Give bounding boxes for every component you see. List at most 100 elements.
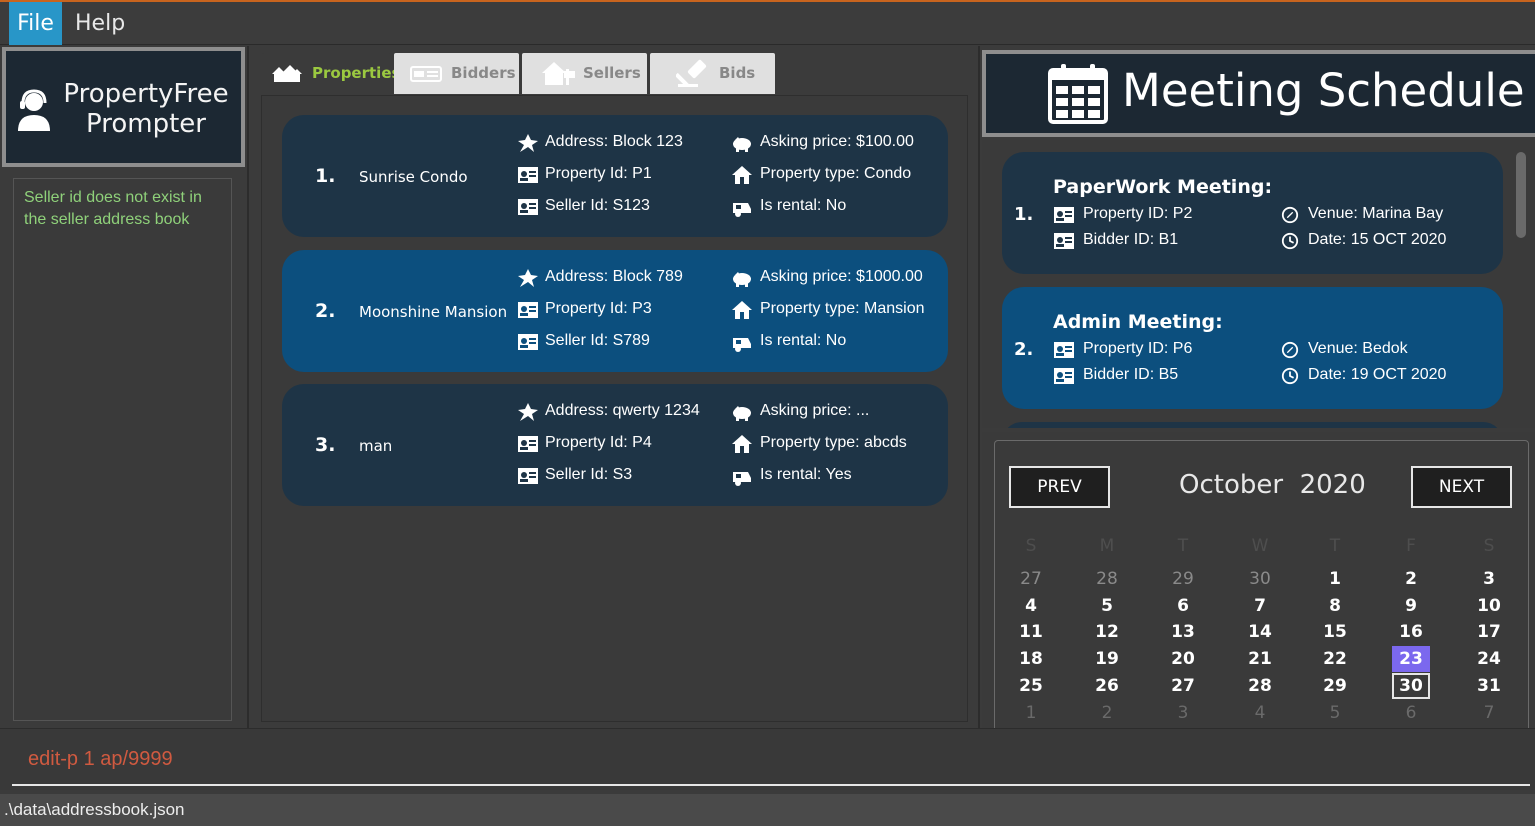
calendar-day[interactable]: 16 xyxy=(1392,619,1430,645)
meeting-venue: Venue: Bedok xyxy=(1308,340,1408,357)
calendar-day[interactable]: 18 xyxy=(1012,646,1050,672)
tab-properties[interactable]: Properties xyxy=(262,53,400,94)
menu-help[interactable]: Help xyxy=(63,2,137,45)
calendar-day[interactable]: 15 xyxy=(1316,619,1354,645)
id-card-icon xyxy=(518,334,538,350)
calendar-day[interactable]: 13 xyxy=(1164,619,1202,645)
result-message: Seller id does not exist in the seller a… xyxy=(24,189,202,228)
clock-icon xyxy=(1281,367,1299,385)
calendar-month-year: October 2020 xyxy=(1179,470,1366,500)
calendar-day[interactable]: 25 xyxy=(1012,673,1050,699)
id-card-icon xyxy=(518,167,538,183)
calendar-day[interactable]: 3 xyxy=(1164,700,1202,726)
calendar-day[interactable]: 24 xyxy=(1470,646,1508,672)
property-card[interactable]: 2. Moonshine Mansion Address: Block 789 … xyxy=(282,250,948,372)
calendar-day[interactable]: 4 xyxy=(1241,700,1279,726)
calendar-day[interactable]: 30 xyxy=(1392,673,1430,699)
calendar-day[interactable]: 14 xyxy=(1241,619,1279,645)
calendar-day[interactable]: 1 xyxy=(1316,566,1354,592)
asking-price: Asking price: $100.00 xyxy=(760,133,914,150)
calendar-day[interactable]: 17 xyxy=(1470,619,1508,645)
next-month-button[interactable]: NEXT xyxy=(1411,466,1512,508)
calendar-panel: PREV October 2020 NEXT SMTWTFS 27 28 29 30 1… xyxy=(982,432,1535,736)
property-type: Property type: Condo xyxy=(760,165,912,182)
calendar-day[interactable]: 9 xyxy=(1392,593,1430,619)
calendar-day[interactable]: 27 xyxy=(1012,566,1050,592)
weekday-label: F xyxy=(1406,536,1416,556)
meeting-title: PaperWork Meeting: xyxy=(1053,176,1273,198)
calendar-day[interactable]: 23 xyxy=(1392,646,1430,672)
command-box xyxy=(0,728,1535,790)
left-divider[interactable] xyxy=(247,46,249,728)
clock-icon xyxy=(1281,232,1299,250)
meeting-index: 2. xyxy=(1014,339,1034,360)
is-rental: Is rental: No xyxy=(760,197,847,214)
calendar-day[interactable]: 30 xyxy=(1241,566,1279,592)
calendar-day[interactable]: 22 xyxy=(1316,646,1354,672)
meeting-bidder-id: Bidder ID: B5 xyxy=(1083,366,1179,383)
calendar-day[interactable]: 27 xyxy=(1164,673,1202,699)
calendar-day[interactable]: 26 xyxy=(1088,673,1126,699)
piggy-bank-icon xyxy=(733,406,751,421)
property-index: 2. xyxy=(315,300,336,322)
caravan-icon xyxy=(733,338,751,352)
meeting-card[interactable]: PaperWork Meeting: 1. Property ID: P2 Bi… xyxy=(1002,152,1503,274)
calendar-day[interactable]: 7 xyxy=(1241,593,1279,619)
calendar-day[interactable]: 3 xyxy=(1470,566,1508,592)
calendar-day[interactable]: 29 xyxy=(1164,566,1202,592)
menu-file[interactable]: File xyxy=(9,2,62,45)
tab-bids[interactable]: Bids xyxy=(650,53,775,94)
calendar-day[interactable]: 10 xyxy=(1470,593,1508,619)
tab-bidders[interactable]: Bidders xyxy=(394,53,519,94)
meeting-card-partial[interactable] xyxy=(1002,422,1503,428)
calendar-day[interactable]: 5 xyxy=(1316,700,1354,726)
property-card[interactable]: 1. Sunrise Condo Address: Block 123 Prop… xyxy=(282,115,948,237)
calendar-day[interactable]: 4 xyxy=(1012,593,1050,619)
tab-sellers[interactable]: Sellers xyxy=(522,53,647,94)
property-id: Property Id: P1 xyxy=(545,165,652,182)
calendar-day[interactable]: 20 xyxy=(1164,646,1202,672)
status-bar: .\data\addressbook.json xyxy=(0,794,1535,826)
tab-properties-label: Properties xyxy=(312,64,401,82)
calendar-day[interactable]: 2 xyxy=(1392,566,1430,592)
piggy-bank-icon xyxy=(733,137,751,152)
calendar-day[interactable]: 21 xyxy=(1241,646,1279,672)
pin-icon xyxy=(518,269,538,287)
right-divider[interactable] xyxy=(978,46,980,728)
calendar-day[interactable]: 12 xyxy=(1088,619,1126,645)
calendar-day[interactable]: 2 xyxy=(1088,700,1126,726)
property-card[interactable]: 3. man Address: qwerty 1234 Property Id:… xyxy=(282,384,948,506)
calendar-day[interactable]: 28 xyxy=(1241,673,1279,699)
result-display[interactable]: Seller id does not exist in the seller a… xyxy=(13,178,232,721)
calendar-day[interactable]: 28 xyxy=(1088,566,1126,592)
save-location-path: .\data\addressbook.json xyxy=(4,800,185,819)
calendar-day[interactable]: 11 xyxy=(1012,619,1050,645)
calendar-day[interactable]: 31 xyxy=(1470,673,1508,699)
user-support-icon xyxy=(18,89,50,131)
calendar-day[interactable]: 8 xyxy=(1316,593,1354,619)
is-rental: Is rental: Yes xyxy=(760,466,852,483)
calendar-day[interactable]: 7 xyxy=(1470,700,1508,726)
prev-month-button[interactable]: PREV xyxy=(1009,466,1110,508)
meeting-list-scrollbar[interactable] xyxy=(1516,152,1526,238)
command-input[interactable] xyxy=(12,735,1530,786)
calendar-month: October xyxy=(1179,470,1284,500)
meeting-card[interactable]: Admin Meeting: 2. Property ID: P6 Bidder… xyxy=(1002,287,1503,409)
property-address: Address: qwerty 1234 xyxy=(545,402,700,419)
property-name: man xyxy=(359,437,393,455)
calendar-day[interactable]: 6 xyxy=(1392,700,1430,726)
weekday-label: S xyxy=(1483,536,1495,556)
weekday-label: S xyxy=(1025,536,1037,556)
calendar-day[interactable]: 5 xyxy=(1088,593,1126,619)
calendar-day[interactable]: 29 xyxy=(1316,673,1354,699)
meeting-schedule-header: Meeting Schedule xyxy=(982,50,1535,137)
calendar-day[interactable]: 19 xyxy=(1088,646,1126,672)
property-id: Property Id: P3 xyxy=(545,300,652,317)
calendar-day[interactable]: 1 xyxy=(1012,700,1050,726)
tab-sellers-label: Sellers xyxy=(583,64,641,82)
app-title: PropertyFree Prompter xyxy=(56,79,236,139)
meeting-date: Date: 19 OCT 2020 xyxy=(1308,366,1447,383)
calendar-day[interactable]: 6 xyxy=(1164,593,1202,619)
app-title-line1: PropertyFree xyxy=(63,79,229,109)
id-card-icon xyxy=(410,66,442,82)
